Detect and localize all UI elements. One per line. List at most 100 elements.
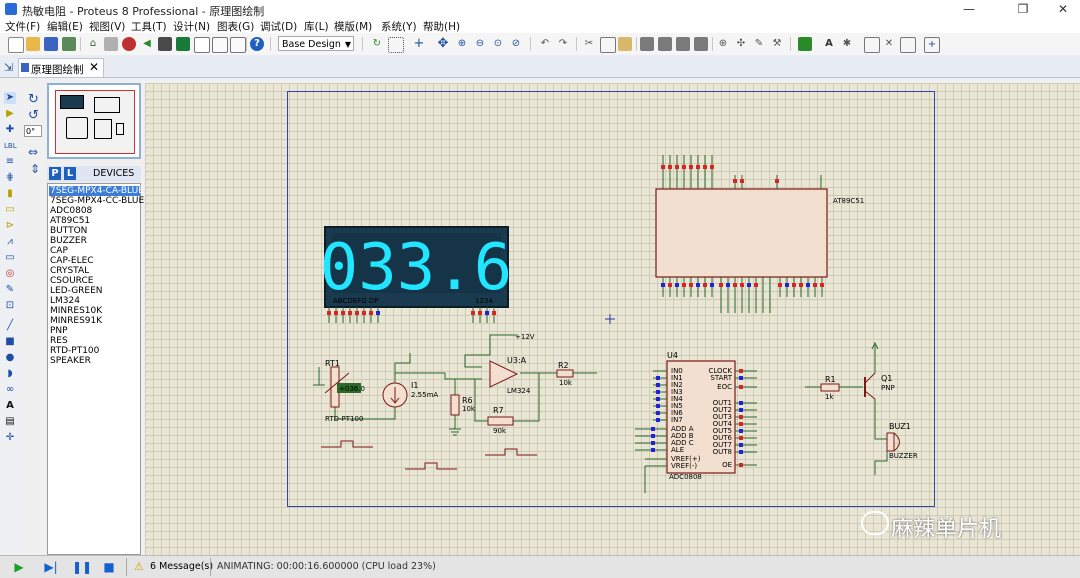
menu-debug[interactable]: 调试(D): [260, 19, 297, 34]
refresh-icon[interactable]: ↻: [370, 37, 384, 51]
menu-design[interactable]: 设计(N): [173, 19, 210, 34]
exit-sheet-icon[interactable]: [900, 37, 916, 53]
3d-view-icon[interactable]: [158, 37, 172, 51]
opamp-u3a[interactable]: U3:A LM324 +12V: [489, 333, 535, 395]
device-item[interactable]: RES: [50, 336, 68, 346]
open-folder-icon[interactable]: [26, 37, 40, 51]
device-item[interactable]: CAP-ELEC: [50, 256, 94, 266]
design-notes-icon[interactable]: [212, 37, 228, 53]
tab-schematic[interactable]: 原理图绘制 ✕: [18, 58, 104, 77]
cut-icon[interactable]: ✂: [582, 37, 596, 51]
rotation-angle-input[interactable]: 0°: [24, 125, 42, 137]
library-manager-button[interactable]: L: [64, 167, 76, 180]
device-item[interactable]: LM324: [50, 296, 80, 306]
maximize-button[interactable]: ❐: [1006, 0, 1040, 18]
menu-view[interactable]: 视图(V): [89, 19, 125, 34]
graph-icon[interactable]: ⩘: [4, 236, 16, 248]
menu-graph[interactable]: 图表(G): [217, 19, 254, 34]
device-item[interactable]: 7SEG-MPX4-CC-BLUE: [50, 196, 144, 206]
block-rotate-icon[interactable]: [676, 37, 690, 51]
selection-mode-icon[interactable]: ➤: [4, 92, 16, 104]
line-icon[interactable]: ╱: [4, 320, 16, 332]
zoom-out-icon[interactable]: ⊖: [473, 37, 487, 51]
symbol-icon[interactable]: ▤: [4, 416, 16, 428]
device-item[interactable]: RTD-PT100: [50, 346, 99, 356]
close-window-button[interactable]: ✕: [1046, 0, 1080, 18]
packaging-icon[interactable]: ✎: [752, 37, 766, 51]
device-item[interactable]: MINRES91K: [50, 316, 102, 326]
component-mode-icon[interactable]: ▶: [4, 108, 16, 120]
menu-edit[interactable]: 编辑(E): [47, 19, 83, 34]
new-file-icon[interactable]: [8, 37, 24, 53]
save-icon[interactable]: [44, 37, 58, 51]
device-item[interactable]: PNP: [50, 326, 68, 336]
text-icon[interactable]: A: [4, 400, 16, 412]
devices-list[interactable]: 7SEG-MPX4-CA-BLUE 7SEG-MPX4-CC-BLUE ADC0…: [47, 183, 144, 555]
device-item[interactable]: BUTTON: [50, 226, 87, 236]
block-delete-icon[interactable]: [694, 37, 708, 51]
wire-autorouter-icon[interactable]: [798, 37, 812, 51]
device-item[interactable]: MINRES10K: [50, 306, 102, 316]
rotate-cw-icon[interactable]: ↻: [28, 92, 39, 107]
resistor-r1[interactable]: R1 1k: [820, 375, 840, 401]
undo-icon[interactable]: ↶: [538, 37, 552, 51]
decompose-icon[interactable]: ⚒: [770, 37, 784, 51]
adc-u4[interactable]: U4 ADC0808 IN0 IN1 IN2 IN3 IN4 IN5 IN6 I…: [666, 351, 736, 481]
resistor-r2[interactable]: R2 10k: [556, 361, 574, 387]
menu-file[interactable]: 文件(F): [5, 19, 40, 34]
seven-segment-display[interactable]: 033.6 ABCDEFG DP 1234: [320, 226, 513, 308]
tape-recorder-icon[interactable]: ▭: [4, 252, 16, 264]
project-notes-icon[interactable]: [230, 37, 246, 53]
design-style-select[interactable]: Base Design ▼: [278, 36, 354, 51]
zoom-area-icon[interactable]: ⊘: [509, 37, 523, 51]
menu-template[interactable]: 模版(M): [334, 19, 372, 34]
grid-icon[interactable]: [388, 37, 404, 53]
stop-icon[interactable]: ■: [102, 560, 116, 574]
device-item[interactable]: ADC0808: [50, 206, 92, 216]
close-tab-icon[interactable]: ✕: [89, 60, 99, 74]
voltage-probe-icon[interactable]: ✎: [4, 284, 16, 296]
device-item[interactable]: CAP: [50, 246, 68, 256]
messages-count[interactable]: 6 Message(s): [150, 561, 213, 572]
wire-label-icon[interactable]: LBL: [4, 140, 17, 152]
help-icon[interactable]: ?: [250, 37, 264, 51]
schematic-canvas[interactable]: 033.6 ABCDEFG DP 1234 AT89C51 +036.0 RT1…: [145, 83, 1080, 555]
play-icon[interactable]: ▶: [12, 560, 26, 574]
import-icon[interactable]: [62, 37, 76, 51]
pick-device-icon[interactable]: ⊕: [716, 37, 730, 51]
block-move-icon[interactable]: [658, 37, 672, 51]
rotate-ccw-icon[interactable]: ↺: [28, 108, 39, 123]
add-sheet-icon[interactable]: +: [924, 37, 940, 53]
menu-help[interactable]: 帮助(H): [423, 19, 460, 34]
device-item[interactable]: 7SEG-MPX4-CA-BLUE: [49, 186, 144, 196]
overview-sheet[interactable]: [55, 90, 135, 154]
transistor-q1[interactable]: Q1 PNP: [864, 341, 895, 400]
minimize-button[interactable]: —: [952, 0, 986, 18]
block-copy-icon[interactable]: [640, 37, 654, 51]
zoom-in-icon[interactable]: ⊕: [455, 37, 469, 51]
menu-system[interactable]: 系统(Y): [381, 19, 417, 34]
pan-icon[interactable]: ✥: [436, 37, 450, 51]
menu-tools[interactable]: 工具(T): [131, 19, 167, 34]
schematic-icon[interactable]: [104, 37, 118, 51]
generator-icon[interactable]: ◎: [4, 268, 16, 280]
mirror-horizontal-icon[interactable]: ⇔: [28, 145, 38, 159]
copy-icon[interactable]: [600, 37, 616, 53]
device-item[interactable]: AT89C51: [50, 216, 90, 226]
redo-icon[interactable]: ↷: [556, 37, 570, 51]
bus-icon[interactable]: ⋕: [4, 172, 16, 184]
text-script-icon[interactable]: ≡: [4, 156, 16, 168]
buzzer-buz1[interactable]: BUZ1 BUZZER: [886, 422, 918, 460]
device-item[interactable]: CSOURCE: [50, 276, 93, 286]
circle-icon[interactable]: ●: [4, 352, 16, 364]
source-code-icon[interactable]: [176, 37, 190, 51]
pause-icon[interactable]: ❚❚: [72, 560, 92, 574]
subcircuit-icon[interactable]: ▮: [4, 188, 16, 200]
terminals-icon[interactable]: ▭: [4, 204, 16, 216]
resistor-r6[interactable]: R6 10k: [450, 394, 476, 416]
property-tool-icon[interactable]: ✱: [840, 37, 854, 51]
home-icon[interactable]: ⌂: [86, 37, 100, 51]
box-icon[interactable]: ■: [4, 336, 16, 348]
junction-dot-icon[interactable]: ✚: [4, 124, 16, 136]
device-item[interactable]: SPEAKER: [50, 356, 91, 366]
